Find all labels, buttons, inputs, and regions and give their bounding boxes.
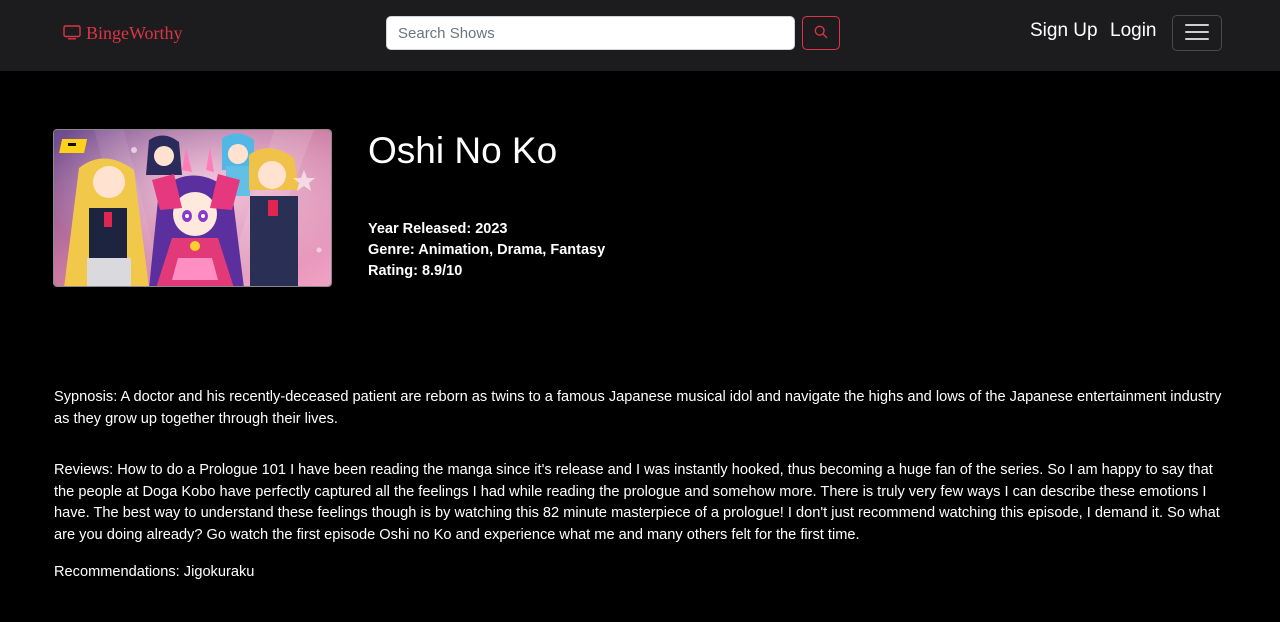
menu-toggle-button[interactable] bbox=[1172, 15, 1222, 51]
tv-icon bbox=[63, 25, 81, 40]
reviews-text: Reviews: How to do a Prologue 101 I have… bbox=[54, 462, 1220, 543]
search-button[interactable] bbox=[802, 16, 840, 50]
rating: Rating: 8.9/10 bbox=[368, 263, 463, 279]
hamburger-menu-icon bbox=[1185, 22, 1209, 45]
show-title: Oshi No Ko bbox=[368, 130, 558, 171]
sign-up-link[interactable]: Sign Up bbox=[1030, 20, 1098, 42]
recommendations-text: Recommendations: Jigokuraku bbox=[54, 564, 255, 580]
navbar: BingeWorthy Sign Up Login bbox=[0, 0, 1280, 71]
brand-name: BingeWorthy bbox=[86, 23, 183, 43]
search-input[interactable] bbox=[386, 16, 795, 50]
synopsis-text: Sypnosis: A doctor and his recently-dece… bbox=[54, 389, 1222, 427]
year-released: Year Released: 2023 bbox=[368, 221, 508, 237]
search-icon bbox=[814, 25, 828, 42]
show-poster-image bbox=[53, 129, 332, 287]
genre: Genre: Animation, Drama, Fantasy bbox=[368, 242, 606, 258]
brand-link[interactable]: BingeWorthy bbox=[63, 23, 183, 44]
login-link[interactable]: Login bbox=[1110, 20, 1157, 42]
show-meta: Year Released: 2023 Genre: Animation, Dr… bbox=[368, 219, 605, 282]
